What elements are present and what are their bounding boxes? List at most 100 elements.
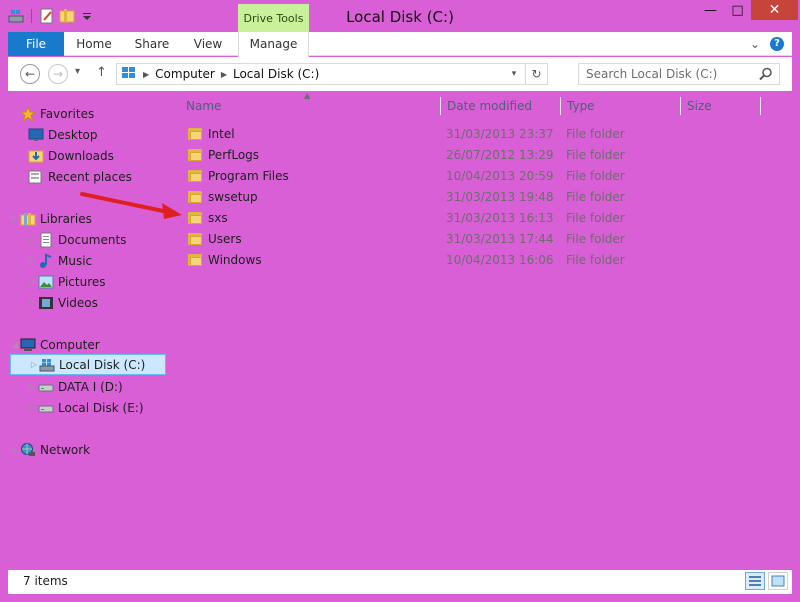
sidebar-item-computer[interactable]: ◢ Computer <box>10 334 166 355</box>
refresh-button[interactable]: ↻ <box>525 64 547 84</box>
column-header-size[interactable]: Size <box>687 95 757 117</box>
sidebar-item-videos[interactable]: ▷ Videos <box>28 292 184 313</box>
pictures-icon <box>38 274 54 290</box>
network-icon <box>20 442 36 458</box>
recent-locations-button[interactable]: ▾ <box>75 66 80 77</box>
file-row[interactable]: Users 31/03/2013 17:44 File folder <box>184 229 784 250</box>
file-row[interactable]: Intel 31/03/2013 23:37 File folder <box>184 124 784 145</box>
recent-places-icon <box>28 169 44 185</box>
file-type: File folder <box>566 253 625 267</box>
address-row: ← → ▾ ↑ ▶ Computer ▶ Local Disk (C:) ▾ ↻ <box>8 57 792 91</box>
file-name: Windows <box>208 253 262 267</box>
expand-arrow-icon[interactable]: ▷ <box>28 298 38 307</box>
sidebar-item-pictures[interactable]: ▷ Pictures <box>28 271 184 292</box>
close-button[interactable]: ✕ <box>751 0 798 20</box>
sidebar-item-network[interactable]: ▷ Network <box>10 439 166 460</box>
star-icon <box>19 105 37 122</box>
folder-icon <box>188 211 202 224</box>
sidebar-item-local-disk-c[interactable]: ▷ Local Disk (C:) <box>10 354 166 375</box>
breadcrumb: ▶ Computer ▶ Local Disk (C:) <box>121 64 319 84</box>
tab-share[interactable]: Share <box>124 32 180 56</box>
file-name: Users <box>208 232 242 246</box>
details-view-button[interactable] <box>745 572 765 590</box>
title-bar: Drive Tools Local Disk (C:) — □ ✕ <box>0 0 800 32</box>
help-icon[interactable]: ? <box>770 37 784 51</box>
sidebar-item-favorites[interactable]: Favorites <box>10 103 166 124</box>
expand-arrow-icon[interactable]: ▷ <box>29 360 39 369</box>
sidebar-item-recent-places[interactable]: Recent places <box>28 166 184 187</box>
computer-icon <box>20 337 36 353</box>
column-header-type[interactable]: Type <box>567 95 677 117</box>
minimize-button[interactable]: — <box>697 0 724 20</box>
sidebar-label: Videos <box>58 295 98 310</box>
column-divider[interactable] <box>560 97 561 115</box>
breadcrumb-local-disk[interactable]: Local Disk (C:) <box>233 67 319 81</box>
file-date: 31/03/2013 17:44 <box>446 232 554 246</box>
address-bar[interactable]: ▶ Computer ▶ Local Disk (C:) ▾ ↻ <box>116 63 548 85</box>
sidebar-label: Downloads <box>48 148 114 163</box>
up-button[interactable]: ↑ <box>96 65 107 80</box>
file-date: 10/04/2013 16:06 <box>446 253 554 267</box>
expand-arrow-icon[interactable]: ▷ <box>28 382 38 391</box>
expand-ribbon-icon[interactable]: ⌄ <box>750 37 760 51</box>
file-date: 31/03/2013 19:48 <box>446 190 554 204</box>
drive-icon <box>38 400 54 416</box>
sidebar-item-local-disk-e[interactable]: ▷ Local Disk (E:) <box>28 397 184 418</box>
expand-arrow-icon[interactable]: ▷ <box>28 277 38 286</box>
column-header-name[interactable]: Name <box>186 95 436 117</box>
forward-button[interactable]: → <box>48 64 68 84</box>
sidebar-item-music[interactable]: ▷ Music <box>28 250 184 271</box>
music-icon <box>38 253 54 269</box>
expand-arrow-icon[interactable]: ▷ <box>28 256 38 265</box>
address-dropdown-button[interactable]: ▾ <box>505 64 523 84</box>
expand-arrow-icon[interactable]: ▷ <box>28 235 38 244</box>
column-header-date[interactable]: Date modified <box>447 95 557 117</box>
tab-manage[interactable]: Manage <box>238 32 309 57</box>
file-date: 10/04/2013 20:59 <box>446 169 554 183</box>
file-type: File folder <box>566 190 625 204</box>
desktop-icon <box>28 127 44 143</box>
collapse-arrow-icon[interactable]: ◢ <box>10 340 20 349</box>
expand-arrow-icon[interactable]: ▷ <box>10 214 20 223</box>
sidebar-label: Music <box>58 253 93 268</box>
breadcrumb-computer[interactable]: Computer <box>155 67 215 81</box>
sidebar-label: Computer <box>40 337 100 352</box>
tab-file[interactable]: File <box>8 32 64 56</box>
file-name: sxs <box>208 211 228 225</box>
sidebar-item-desktop[interactable]: Desktop <box>28 124 184 145</box>
file-row[interactable]: Windows 10/04/2013 16:06 File folder <box>184 250 784 271</box>
sidebar-item-documents[interactable]: ▷ Documents <box>28 229 184 250</box>
search-input[interactable] <box>579 64 749 84</box>
file-name: swsetup <box>208 190 258 204</box>
column-divider[interactable] <box>760 97 761 115</box>
sidebar-label: Pictures <box>58 274 106 289</box>
file-row[interactable]: PerfLogs 26/07/2012 13:29 File folder <box>184 145 784 166</box>
file-row[interactable]: swsetup 31/03/2013 19:48 File folder <box>184 187 784 208</box>
tab-home[interactable]: Home <box>66 32 122 56</box>
file-date: 31/03/2013 23:37 <box>446 127 554 141</box>
computer-small-icon <box>121 66 137 83</box>
column-divider[interactable] <box>440 97 441 115</box>
breadcrumb-separator-icon: ▶ <box>143 69 150 79</box>
file-row[interactable]: sxs 31/03/2013 16:13 File folder <box>184 208 784 229</box>
file-type: File folder <box>566 232 625 246</box>
maximize-button[interactable]: □ <box>724 0 751 20</box>
file-type: File folder <box>566 148 625 162</box>
annotation-arrow-icon <box>80 192 182 219</box>
expand-arrow-icon[interactable]: ▷ <box>10 445 20 454</box>
expand-arrow-icon[interactable]: ▷ <box>28 403 38 412</box>
file-row[interactable]: Program Files 10/04/2013 20:59 File fold… <box>184 166 784 187</box>
search-icon[interactable] <box>759 67 773 81</box>
sidebar-label: Favorites <box>40 106 95 121</box>
window-controls: — □ ✕ <box>697 0 798 22</box>
large-icons-view-button[interactable] <box>768 572 788 590</box>
sidebar-item-downloads[interactable]: Downloads <box>28 145 184 166</box>
item-count: 7 items <box>23 574 68 588</box>
file-date: 26/07/2012 13:29 <box>446 148 554 162</box>
sidebar-item-data-d[interactable]: ▷ DATA I (D:) <box>28 376 184 397</box>
file-name: Intel <box>208 127 235 141</box>
tab-view[interactable]: View <box>180 32 236 56</box>
back-button[interactable]: ← <box>20 64 40 84</box>
file-type: File folder <box>566 169 625 183</box>
column-divider[interactable] <box>680 97 681 115</box>
